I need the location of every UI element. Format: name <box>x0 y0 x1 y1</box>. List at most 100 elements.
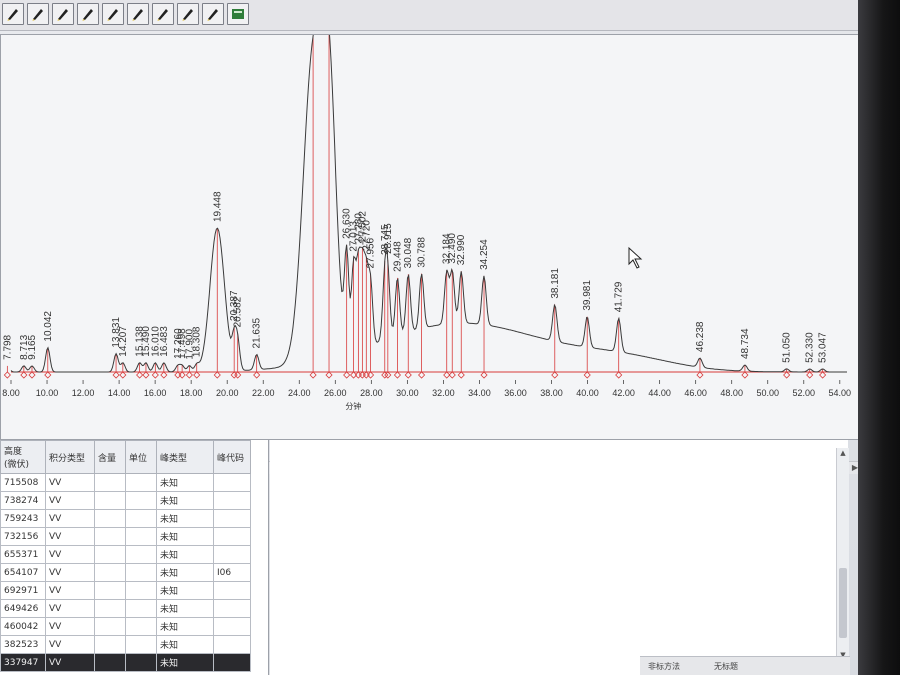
cell-unit[interactable] <box>125 527 157 546</box>
cell-unit[interactable] <box>125 509 157 528</box>
cell-peak-code[interactable] <box>213 491 251 510</box>
cell-peak-code[interactable] <box>213 617 251 636</box>
cell-height[interactable]: 732156 <box>0 527 46 546</box>
cell-peak-code[interactable] <box>213 527 251 546</box>
cell-unit[interactable] <box>125 635 157 654</box>
cell-integration-type[interactable]: VV <box>45 545 95 564</box>
column-header-height[interactable]: 高度 (微伏) <box>0 440 46 474</box>
cell-peak-type[interactable]: 未知 <box>156 635 214 654</box>
cell-peak-type[interactable]: 未知 <box>156 473 214 492</box>
column-header-peak-type[interactable]: 峰类型 <box>156 440 214 474</box>
cell-peak-type[interactable]: 未知 <box>156 581 214 600</box>
cell-peak-code[interactable]: I06 <box>213 563 251 582</box>
cell-peak-code[interactable] <box>213 599 251 618</box>
cell-content[interactable] <box>94 635 126 654</box>
table-row[interactable]: 655371 VV 未知 <box>0 545 251 564</box>
cell-peak-type[interactable]: 未知 <box>156 617 214 636</box>
cell-integration-type[interactable]: VV <box>45 599 95 618</box>
cell-unit[interactable] <box>125 473 157 492</box>
column-header-content[interactable]: 含量 <box>94 440 126 474</box>
table-row[interactable]: 715508 VV 未知 <box>0 473 251 492</box>
cell-peak-type[interactable]: 未知 <box>156 563 214 582</box>
table-row[interactable]: 692971 VV 未知 <box>0 581 251 600</box>
cell-integration-type[interactable]: VV <box>45 509 95 528</box>
cell-integration-type[interactable]: VV <box>45 617 95 636</box>
scroll-up-icon[interactable]: ▲ <box>837 448 849 458</box>
cell-integration-type[interactable]: VV <box>45 473 95 492</box>
cell-content[interactable] <box>94 581 126 600</box>
cell-unit[interactable] <box>125 653 157 672</box>
cell-content[interactable] <box>94 527 126 546</box>
cell-peak-code[interactable] <box>213 653 251 672</box>
tool-button-2[interactable] <box>27 3 49 25</box>
cell-height[interactable]: 738274 <box>0 491 46 510</box>
cell-unit[interactable] <box>125 599 157 618</box>
chromatogram-panel[interactable]: 7.798 8.713 9.165 10.042 13.831 14.207 15.138 1… <box>0 34 878 474</box>
tool-button-9[interactable] <box>202 3 224 25</box>
table-row[interactable]: 759243 VV 未知 <box>0 509 251 528</box>
cell-integration-type[interactable]: VV <box>45 635 95 654</box>
peak-label: 30.048 <box>403 237 414 268</box>
table-row[interactable]: 654107 VV 未知 I06 <box>0 563 251 582</box>
cell-peak-code[interactable] <box>213 473 251 492</box>
cell-height[interactable]: 460042 <box>0 617 46 636</box>
cell-content[interactable] <box>94 599 126 618</box>
tool-button-6[interactable] <box>127 3 149 25</box>
cell-unit[interactable] <box>125 563 157 582</box>
cell-height[interactable]: 337947 <box>0 653 46 672</box>
cell-height[interactable]: 382523 <box>0 635 46 654</box>
tool-button-4[interactable] <box>77 3 99 25</box>
scrollbar-thumb[interactable] <box>839 568 847 638</box>
tool-button-8[interactable] <box>177 3 199 25</box>
tool-button-1[interactable] <box>2 3 24 25</box>
cell-height[interactable]: 715508 <box>0 473 46 492</box>
cell-height[interactable]: 655371 <box>0 545 46 564</box>
cell-content[interactable] <box>94 473 126 492</box>
cell-unit[interactable] <box>125 491 157 510</box>
cell-content[interactable] <box>94 509 126 528</box>
cell-peak-type[interactable]: 未知 <box>156 545 214 564</box>
cell-peak-type[interactable]: 未知 <box>156 527 214 546</box>
column-header-integration-type[interactable]: 积分类型 <box>45 440 95 474</box>
cell-content[interactable] <box>94 563 126 582</box>
cell-peak-type[interactable]: 未知 <box>156 653 214 672</box>
cell-content[interactable] <box>94 545 126 564</box>
column-header-unit[interactable]: 单位 <box>125 440 157 474</box>
cell-height[interactable]: 759243 <box>0 509 46 528</box>
table-row[interactable]: 337947 VV 未知 <box>0 653 251 672</box>
column-header-peak-code[interactable]: 峰代码 <box>213 440 251 474</box>
cell-unit[interactable] <box>125 581 157 600</box>
table-row[interactable]: 649426 VV 未知 <box>0 599 251 618</box>
cell-content[interactable] <box>94 653 126 672</box>
cell-peak-type[interactable]: 未知 <box>156 491 214 510</box>
cell-unit[interactable] <box>125 617 157 636</box>
tool-button-5[interactable] <box>102 3 124 25</box>
cell-height[interactable]: 692971 <box>0 581 46 600</box>
table-row[interactable]: 738274 VV 未知 <box>0 491 251 510</box>
tool-button-10[interactable] <box>227 3 249 25</box>
table-row[interactable]: 732156 VV 未知 <box>0 527 251 546</box>
cell-content[interactable] <box>94 617 126 636</box>
cell-integration-type[interactable]: VV <box>45 653 95 672</box>
cell-peak-code[interactable] <box>213 581 251 600</box>
table-row[interactable]: 460042 VV 未知 <box>0 617 251 636</box>
tool-button-7[interactable] <box>152 3 174 25</box>
cell-peak-type[interactable]: 未知 <box>156 509 214 528</box>
cell-height[interactable]: 649426 <box>0 599 46 618</box>
cell-integration-type[interactable]: VV <box>45 491 95 510</box>
status-method: 非标方法 <box>648 662 680 671</box>
cell-integration-type[interactable]: VV <box>45 527 95 546</box>
cell-integration-type[interactable]: VV <box>45 581 95 600</box>
cell-unit[interactable] <box>125 545 157 564</box>
table-row[interactable]: 382523 VV 未知 <box>0 635 251 654</box>
cell-content[interactable] <box>94 491 126 510</box>
cell-peak-code[interactable] <box>213 635 251 654</box>
cell-peak-type[interactable]: 未知 <box>156 599 214 618</box>
cell-height[interactable]: 654107 <box>0 563 46 582</box>
tool-button-3[interactable] <box>52 3 74 25</box>
cell-integration-type[interactable]: VV <box>45 563 95 582</box>
vertical-scrollbar[interactable]: ▲ ▼ <box>836 448 849 660</box>
peak-end-marker <box>44 371 52 379</box>
cell-peak-code[interactable] <box>213 545 251 564</box>
cell-peak-code[interactable] <box>213 509 251 528</box>
